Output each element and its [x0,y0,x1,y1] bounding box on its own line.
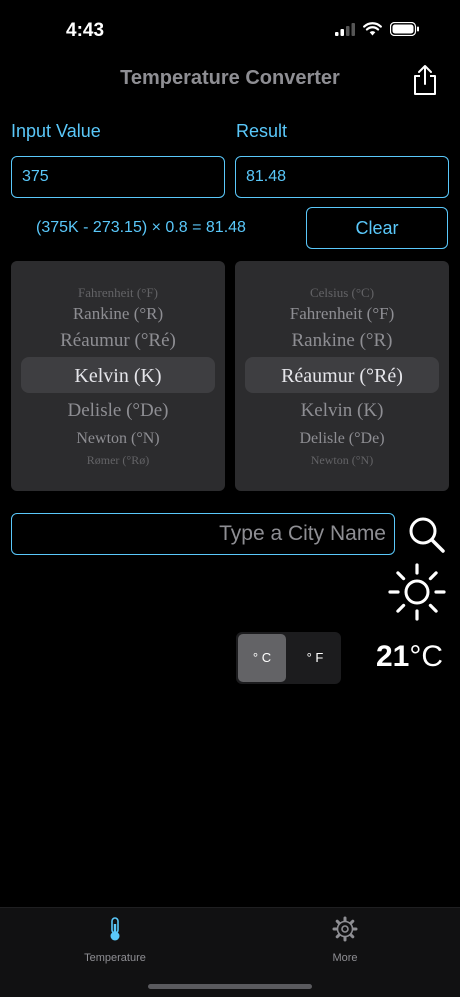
from-unit-picker[interactable]: Fahrenheit (°F) Rankine (°R) Réaumur (°R… [11,261,225,491]
share-icon[interactable] [410,64,440,96]
tab-temperature[interactable]: Temperature [55,916,175,964]
sun-icon [388,563,446,621]
tab-label-more: More [332,952,358,964]
picker-item[interactable]: Fahrenheit (°F) [235,304,449,324]
picker-item[interactable]: Rømer (°Rø) [11,453,225,468]
picker-item[interactable]: Rankine (°R) [11,304,225,324]
celsius-segment[interactable]: ° C [238,634,286,682]
search-icon[interactable] [406,514,446,554]
picker-item[interactable]: Réaumur (°Ré) [11,330,225,352]
battery-icon [390,22,419,36]
gear-icon [332,916,358,942]
result-label: Result [236,121,288,141]
to-unit-picker[interactable]: Celsius (°C) Fahrenheit (°F) Rankine (°R… [235,261,449,491]
picker-item[interactable]: Celsius (°C) [235,285,449,301]
status-icons [335,22,420,36]
picker-item[interactable]: Rankine (°R) [235,330,449,352]
picker-item[interactable]: Delisle (°De) [235,430,449,448]
status-bar: 4:43 [0,0,460,60]
wifi-icon [363,22,382,36]
conversion-formula: (375K - 273.15) × 0.8 = 81.48 [36,219,246,236]
picker-item-selected[interactable]: Réaumur (°Ré) [235,365,449,388]
input-value-label: Input Value [11,121,101,141]
tab-more[interactable]: More [285,916,405,964]
tab-label-temperature: Temperature [84,952,146,964]
temperature-value: 21 [376,640,410,673]
home-indicator [148,984,312,989]
current-temperature: 21°C [376,640,443,674]
clear-button[interactable]: Clear [306,207,448,249]
signal-icon [335,22,355,36]
fahrenheit-segment[interactable]: ° F [291,634,339,682]
picker-item[interactable]: Delisle (°De) [11,400,225,422]
temperature-unit: °C [409,640,444,673]
picker-item[interactable]: Newton (°N) [235,453,449,468]
picker-item[interactable]: Kelvin (K) [235,400,449,422]
picker-item-selected[interactable]: Kelvin (K) [11,365,225,388]
result-field[interactable]: 81.48 [235,156,449,198]
picker-item[interactable]: Newton (°N) [11,430,225,448]
city-search-input[interactable]: Type a City Name [11,513,395,555]
thermometer-icon [110,917,120,941]
unit-toggle[interactable]: ° C ° F [236,632,341,684]
page-title: Temperature Converter [120,67,340,89]
picker-item[interactable]: Fahrenheit (°F) [11,285,225,301]
input-value-field[interactable]: 375 [11,156,225,198]
status-time: 4:43 [66,20,105,41]
